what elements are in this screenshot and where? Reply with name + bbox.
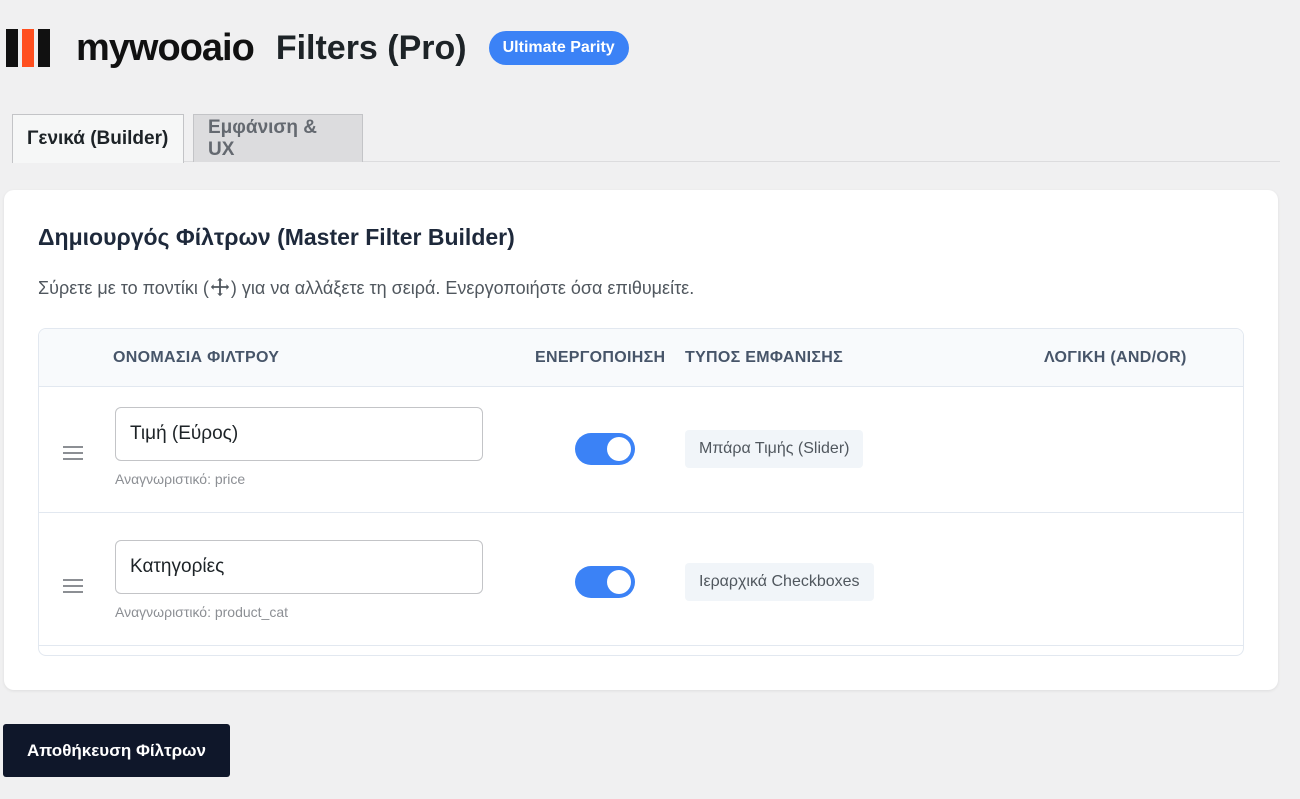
filter-identifier: Αναγνωριστικό: price — [115, 471, 246, 487]
filter-identifier: Αναγνωριστικό: product_cat — [115, 604, 289, 620]
tab-appearance-ux[interactable]: Εμφάνιση & UX — [193, 114, 363, 162]
version-badge: Ultimate Parity — [488, 31, 629, 65]
drag-handle-icon[interactable] — [63, 579, 83, 597]
filter-builder-card: Δημιουργός Φίλτρων (Master Filter Builde… — [4, 190, 1278, 690]
tab-bar: Γενικά (Builder) Εμφάνιση & UX — [12, 114, 1280, 163]
column-display-type: ΤΥΠΟΣ ΕΜΦΑΝΙΣΗΣ — [685, 349, 844, 366]
column-filter-name: ΟΝΟΜΑΣΙΑ ΦΙΛΤΡΟΥ — [113, 349, 280, 366]
tab-general-builder[interactable]: Γενικά (Builder) — [12, 114, 184, 163]
column-enabled: ΕΝΕΡΓΟΠΟΙΗΣΗ — [535, 349, 666, 366]
builder-title: Δημιουργός Φίλτρων (Master Filter Builde… — [38, 224, 515, 250]
drag-handle-icon[interactable] — [63, 446, 83, 464]
column-logic: ΛΟΓΙΚΗ (AND/OR) — [1044, 349, 1187, 366]
enable-toggle[interactable] — [575, 433, 635, 465]
filter-name-input[interactable] — [115, 540, 483, 594]
table-row: Αναγνωριστικό: product_cat Ιεραρχικά Che… — [39, 520, 1243, 646]
page-title: Filters (Pro) — [275, 28, 467, 67]
table-header: ΟΝΟΜΑΣΙΑ ΦΙΛΤΡΟΥ ΕΝΕΡΓΟΠΟΙΗΣΗ ΤΥΠΟΣ ΕΜΦΑ… — [39, 329, 1243, 387]
save-filters-button[interactable]: Αποθήκευση Φίλτρων — [3, 724, 230, 777]
display-type-select[interactable]: Ιεραρχικά Checkboxes — [685, 563, 874, 601]
filters-table: ΟΝΟΜΑΣΙΑ ΦΙΛΤΡΟΥ ΕΝΕΡΓΟΠΟΙΗΣΗ ΤΥΠΟΣ ΕΜΦΑ… — [38, 328, 1244, 656]
enable-toggle[interactable] — [575, 566, 635, 598]
table-row: Αναγνωριστικό: price Μπάρα Τιμής (Slider… — [39, 387, 1243, 513]
filter-name-input[interactable] — [115, 407, 483, 461]
builder-description: Σύρετε με το ποντίκι () για να αλλάξετε … — [38, 277, 695, 298]
logo-icon — [6, 29, 52, 67]
move-arrows-icon — [210, 277, 230, 297]
brand-name: mywooaio — [76, 26, 255, 69]
display-type-select[interactable]: Μπάρα Τιμής (Slider) — [685, 430, 864, 468]
page-header: mywooaio Filters (Pro) Ultimate Parity — [6, 26, 629, 69]
